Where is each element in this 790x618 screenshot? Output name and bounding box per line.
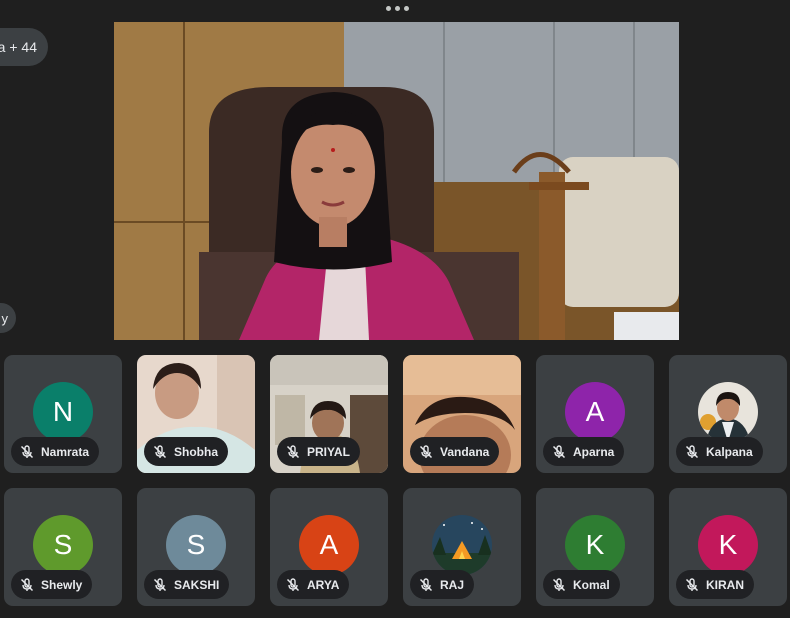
avatar: A — [565, 382, 625, 442]
avatar: S — [33, 515, 93, 575]
mic-off-icon — [153, 444, 167, 458]
main-speaker-video — [114, 22, 679, 340]
profile-photo — [432, 515, 492, 575]
participant-name: Aparna — [573, 444, 615, 459]
avatar-initial: A — [319, 529, 339, 560]
name-chip: SAKSHI — [144, 570, 230, 599]
participant-name: SAKSHI — [174, 577, 220, 592]
participant-tile-kalpana[interactable]: Kalpana — [669, 355, 787, 473]
mic-off-icon — [685, 444, 699, 458]
side-panel-pill[interactable]: y — [0, 303, 16, 333]
participants-count-button[interactable]: a + 44 — [0, 28, 48, 66]
avatar-initial: K — [585, 529, 605, 560]
participant-name: KIRAN — [706, 577, 744, 592]
avatar: N — [33, 382, 93, 442]
participant-name: Komal — [573, 577, 610, 592]
participant-tile-namrata[interactable]: N Namrata — [4, 355, 122, 473]
participant-name: ARYA — [307, 577, 340, 592]
participant-tile-kiran[interactable]: K KIRAN — [669, 488, 787, 606]
participant-tile-sakshi[interactable]: S SAKSHI — [137, 488, 255, 606]
participant-name: PRIYAL — [307, 444, 350, 459]
participant-name: Shewly — [41, 577, 83, 592]
speaker-video-frame — [114, 22, 679, 340]
avatar-initial: K — [718, 529, 738, 560]
participant-tile-raj[interactable]: RAJ — [403, 488, 521, 606]
mic-off-icon — [153, 577, 167, 591]
mic-off-icon — [20, 444, 34, 458]
avatar: S — [166, 515, 226, 575]
mic-off-icon — [419, 577, 433, 591]
name-chip: KIRAN — [676, 570, 754, 599]
name-chip: Shobha — [144, 437, 228, 466]
participant-name: Kalpana — [706, 444, 753, 459]
participant-tile-komal[interactable]: K Komal — [536, 488, 654, 606]
side-panel-label: y — [1, 310, 9, 326]
participant-name: Shobha — [174, 444, 218, 459]
participant-tile-aparna[interactable]: A Aparna — [536, 355, 654, 473]
name-chip: Namrata — [11, 437, 100, 466]
avatar-initial: S — [186, 529, 206, 560]
name-chip: Shewly — [11, 570, 93, 599]
participant-name: Namrata — [41, 444, 90, 459]
avatar: K — [698, 515, 758, 575]
mic-off-icon — [286, 444, 300, 458]
more-options-icon[interactable] — [386, 6, 409, 11]
mic-off-icon — [286, 577, 300, 591]
name-chip: RAJ — [410, 570, 475, 599]
mic-off-icon — [552, 444, 566, 458]
avatar: A — [299, 515, 359, 575]
name-chip: Vandana — [410, 437, 500, 466]
mic-off-icon — [20, 577, 34, 591]
participant-tile-arya[interactable]: A ARYA — [270, 488, 388, 606]
avatar: K — [565, 515, 625, 575]
mic-off-icon — [552, 577, 566, 591]
avatar-initial: N — [52, 396, 74, 427]
participant-name: RAJ — [440, 577, 465, 592]
mic-off-icon — [419, 444, 433, 458]
name-chip: ARYA — [277, 570, 350, 599]
participant-tile-shewly[interactable]: S Shewly — [4, 488, 122, 606]
profile-photo — [698, 382, 758, 442]
name-chip: PRIYAL — [277, 437, 360, 466]
avatar-initial: A — [585, 396, 605, 427]
name-chip: Kalpana — [676, 437, 763, 466]
participants-count-label: a + 44 — [0, 39, 37, 55]
avatar-initial: S — [53, 529, 73, 560]
name-chip: Komal — [543, 570, 620, 599]
participant-tile-shobha[interactable]: Shobha — [137, 355, 255, 473]
participant-tile-vandana[interactable]: Vandana — [403, 355, 521, 473]
mic-off-icon — [685, 577, 699, 591]
participant-tile-priyal[interactable]: PRIYAL — [270, 355, 388, 473]
participant-name: Vandana — [440, 444, 490, 459]
name-chip: Aparna — [543, 437, 625, 466]
